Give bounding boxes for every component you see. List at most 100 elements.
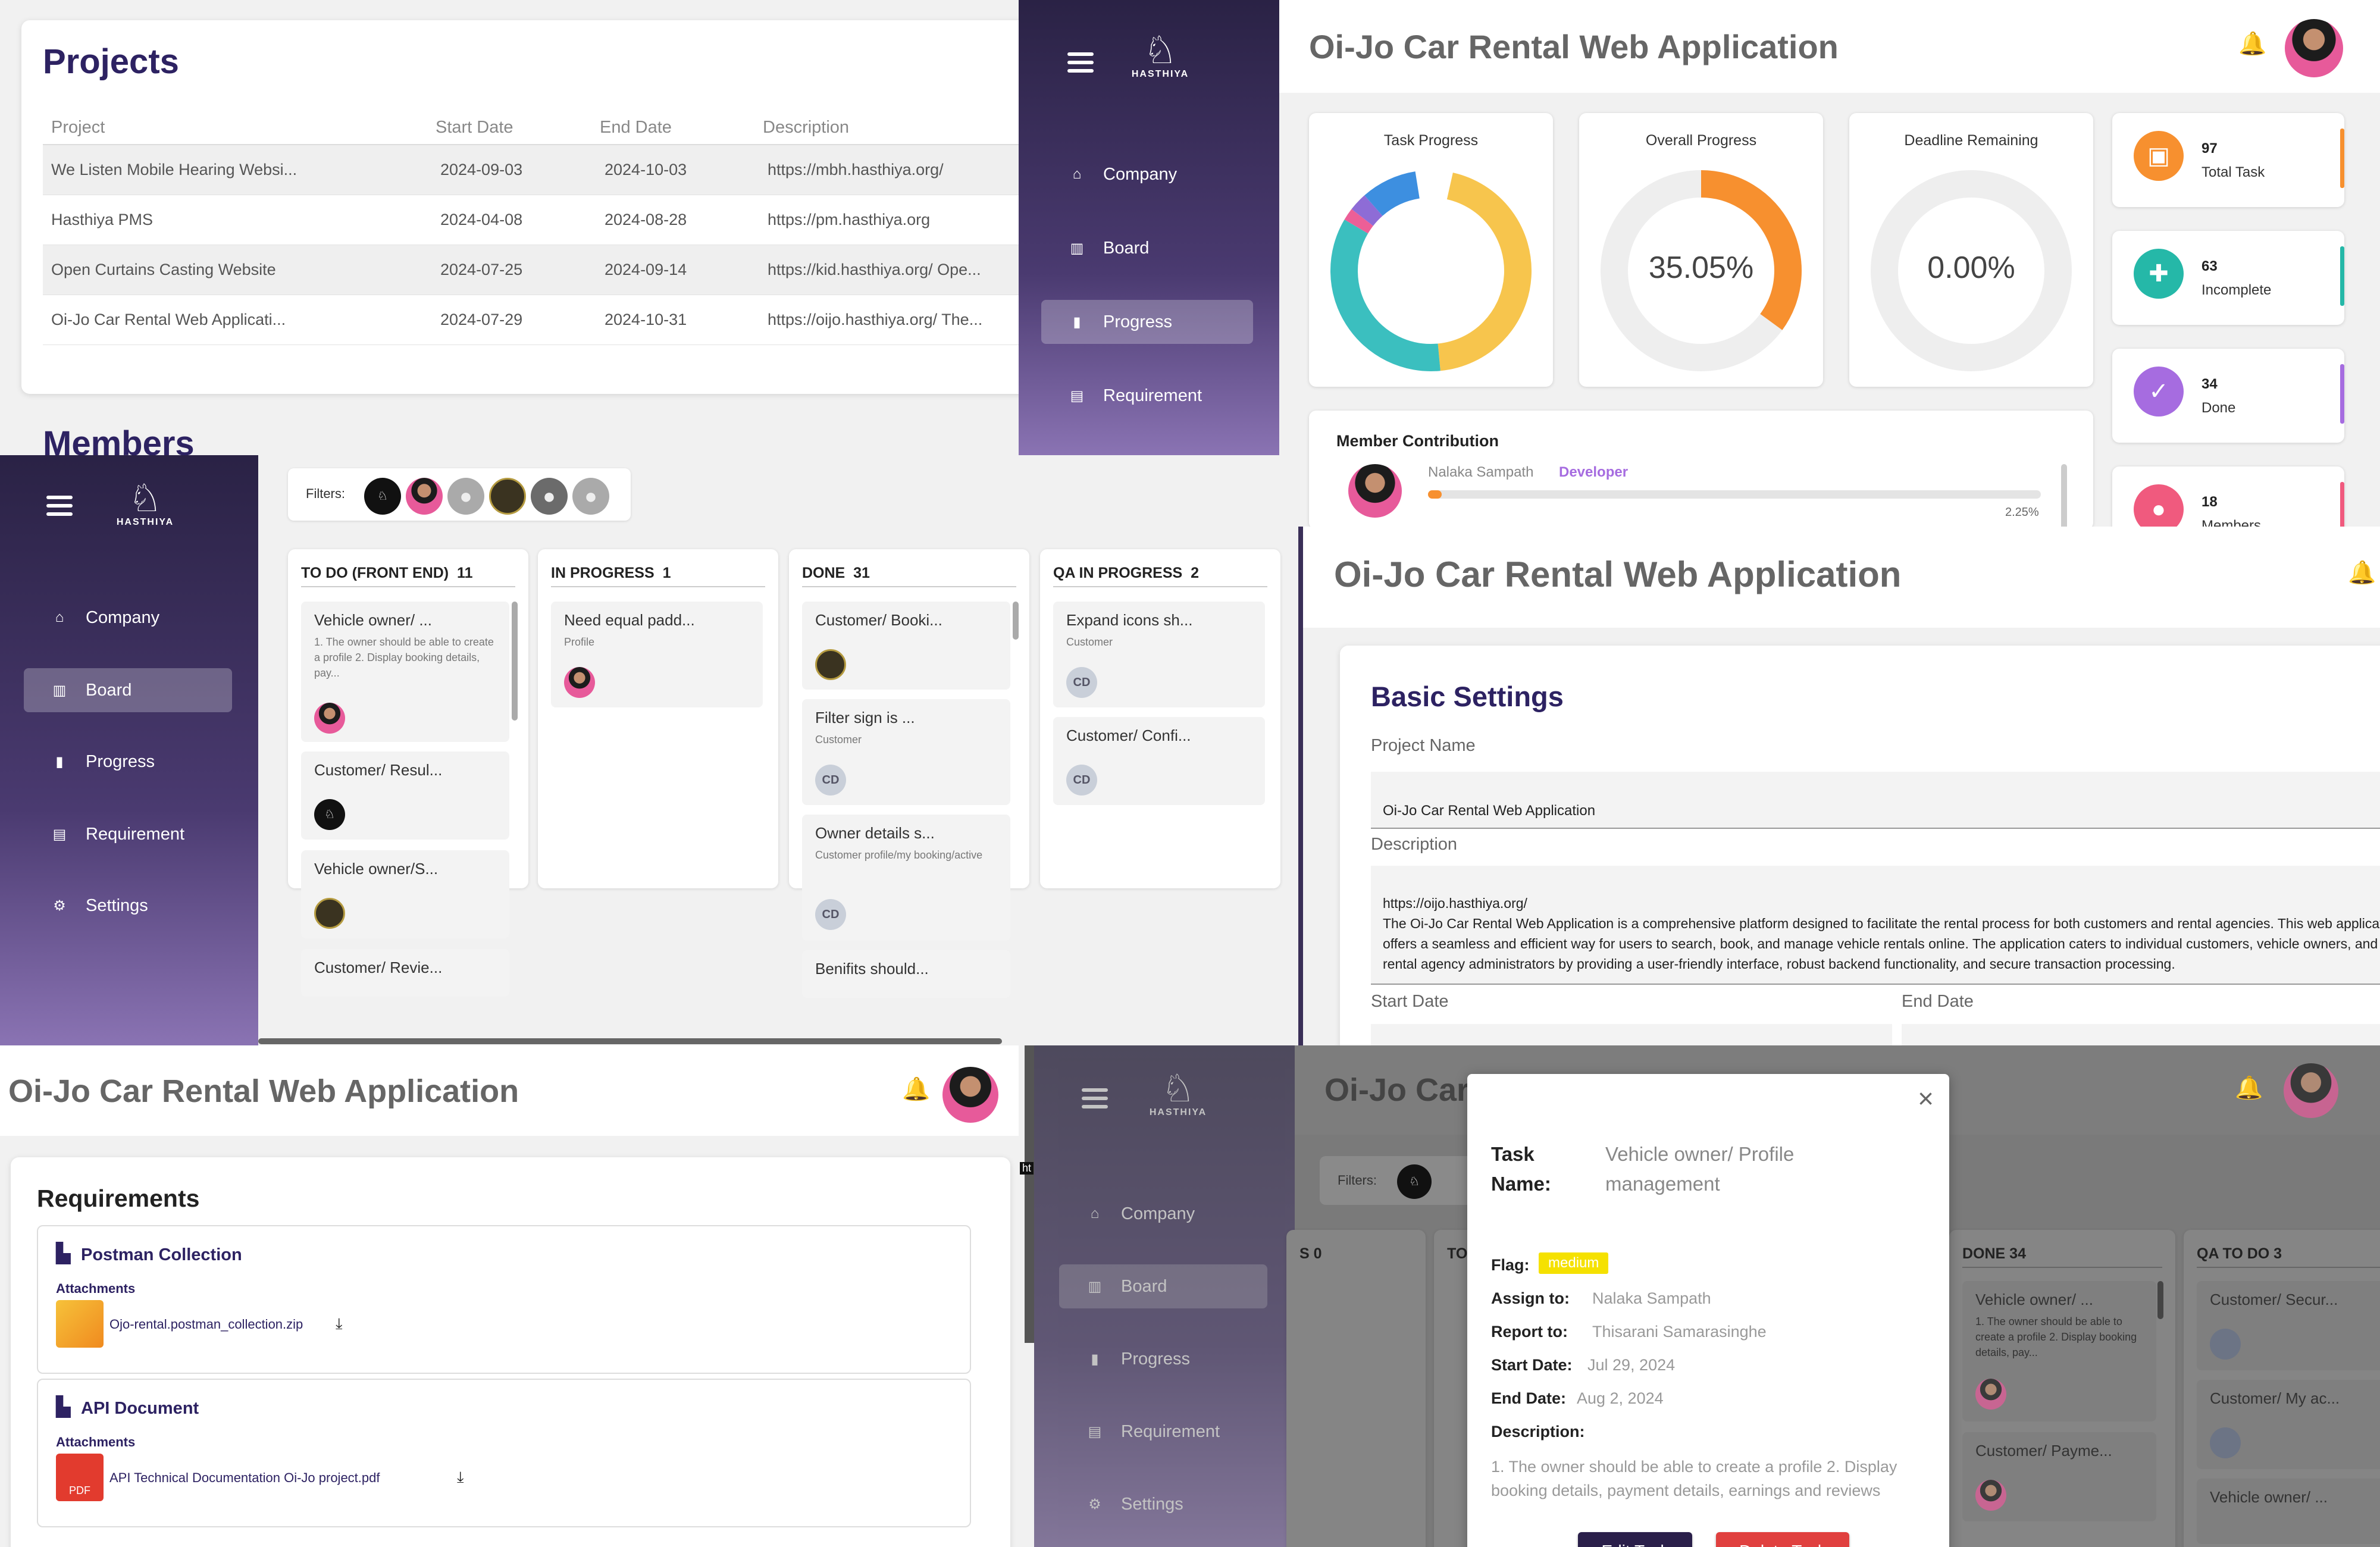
task-card[interactable]: Customer/ My ac...	[2197, 1380, 2380, 1469]
table-row[interactable]: We Listen Mobile Hearing Websi... 2024-09…	[43, 145, 1019, 195]
menu-icon[interactable]	[1082, 1088, 1108, 1108]
sidebar-item-requirement[interactable]: ▤ Requirement	[1059, 1410, 1267, 1454]
scrollbar[interactable]	[512, 602, 518, 721]
scrollbar[interactable]	[2061, 464, 2067, 527]
sidebar-item-board[interactable]: ▥ Board	[24, 668, 232, 712]
sidebar-item-progress[interactable]: ▮ Progress	[1059, 1337, 1267, 1381]
sidebar-item-company[interactable]: ⌂ Company	[24, 596, 232, 640]
filter-avatar[interactable]: ●	[531, 478, 568, 515]
attachment-link[interactable]: API Technical Documentation Oi-Jo projec…	[109, 1470, 380, 1486]
home-icon: ⌂	[55, 609, 64, 625]
sidebar-item-board[interactable]: ▥ Board	[1041, 226, 1253, 270]
column-in-progress: IN PROGRESS 1 Need equal padd... Profile	[538, 549, 778, 888]
table-row[interactable]: Open Curtains Casting Website 2024-07-25 2…	[43, 245, 1019, 295]
project-name-label: Project Name	[1371, 736, 1476, 755]
delete-task-button[interactable]: Delete Task	[1716, 1532, 1849, 1547]
assignee-avatar: CD	[815, 765, 846, 796]
task-card[interactable]: Customer/ Secur...	[2197, 1281, 2380, 1370]
task-card[interactable]: Vehicle owner/S...	[301, 850, 509, 938]
avatar[interactable]	[2284, 1063, 2338, 1118]
avatar[interactable]	[2285, 19, 2343, 77]
sidebar-item-board[interactable]: ▥ Board	[1059, 1264, 1267, 1308]
page-title: Oi-Jo Car Rental Web Application	[1309, 28, 1839, 65]
bell-icon[interactable]: 🔔	[902, 1076, 930, 1103]
sidebar-item-progress[interactable]: ▮ Progress	[1041, 300, 1253, 344]
scrollbar[interactable]	[2157, 1281, 2163, 1319]
file-icon: ▙	[56, 1396, 71, 1417]
filter-avatar[interactable]	[489, 478, 526, 515]
filter-avatar[interactable]: ♘	[364, 478, 401, 515]
task-card[interactable]: Owner details s... Customer profile/my bo…	[802, 815, 1010, 941]
task-card[interactable]: Customer/ Confi... CD	[1053, 717, 1265, 805]
project-name-input[interactable]: Oi-Jo Car Rental Web Application	[1371, 772, 2380, 829]
task-card[interactable]: Expand icons sh... Customer CD	[1053, 602, 1265, 707]
task-card[interactable]: Customer/ Revie...	[301, 949, 509, 997]
start-value: Jul 29, 2024	[1587, 1356, 1676, 1374]
task-progress-card: Task Progress	[1309, 113, 1553, 387]
board-sidebar: ♘ HASTHIYA ⌂ Company ▥ Board ▮ Progress ▤ Req…	[0, 455, 258, 1045]
dim-column: S 0	[1286, 1230, 1426, 1547]
sidebar-item-company[interactable]: ⌂ Company	[1041, 152, 1253, 196]
member-progress-fill	[1428, 490, 1442, 499]
bell-icon[interactable]: 🔔	[2238, 31, 2266, 57]
start-label: Start Date:	[1491, 1356, 1573, 1374]
sidebar-item-settings[interactable]: ⚙ Settings	[24, 884, 232, 928]
sidebar-item-progress[interactable]: ▮ Progress	[24, 740, 232, 784]
horizontal-scrollbar[interactable]	[258, 1038, 1002, 1044]
sidebar-item-requirement[interactable]: ▤ Requirement	[24, 812, 232, 856]
download-icon[interactable]: ⤓	[457, 1468, 464, 1487]
end-date-input[interactable]	[1902, 1024, 2380, 1047]
requirement-item[interactable]: ▙ API Document Attachments PDF API Techn…	[37, 1379, 971, 1527]
table-cell: Oi-Jo Car Rental Web Applicati...	[51, 311, 286, 328]
task-card[interactable]: Benifits should...	[802, 950, 1010, 998]
task-card[interactable]: Vehicle owner/ ...	[2197, 1479, 2380, 1544]
dim-column-done: DONE 34 Vehicle owner/ ... 1. The owner s…	[1949, 1230, 2175, 1547]
requirement-name: API Document	[81, 1399, 199, 1418]
description-label: Description:	[1491, 1423, 1585, 1440]
table-row[interactable]: Hasthiya PMS 2024-04-08 2024-08-28 https://…	[43, 195, 1019, 245]
projects-panel: Projects Project Start Date End Date Des…	[0, 0, 1019, 455]
bell-icon[interactable]: 🔔	[2348, 560, 2376, 586]
sidebar-item-requirement[interactable]: ▤ Requirement	[1041, 374, 1253, 418]
filter-avatar[interactable]: ♘	[1397, 1164, 1432, 1199]
edit-task-button[interactable]: Edit Task	[1578, 1532, 1692, 1547]
task-card[interactable]: Vehicle owner/ ... 1. The owner should be…	[1962, 1281, 2156, 1421]
hasthiya-logo: ♘ HASTHIYA	[1149, 1067, 1207, 1117]
progress-sidebar: ♘ HASTHIYA ⌂ Company ▥ Board ▮ Progress ▤ Req…	[1019, 0, 1279, 455]
description-textarea[interactable]: https://oijo.hasthiya.org/ The Oi-Jo Car…	[1371, 866, 2380, 985]
attachment-link[interactable]: Ojo-rental.postman_collection.zip	[109, 1317, 303, 1332]
pdf-icon: PDF	[56, 1454, 104, 1501]
table-row[interactable]: Oi-Jo Car Rental Web Applicati... 2024-07…	[43, 295, 1019, 345]
bell-icon[interactable]: 🔔	[2235, 1075, 2263, 1101]
filter-avatar[interactable]: ●	[572, 478, 609, 515]
gear-icon: ⚙	[53, 897, 66, 914]
start-date-input[interactable]	[1371, 1024, 1892, 1047]
assignee-avatar: CD	[815, 899, 846, 930]
scrollbar[interactable]	[1025, 1045, 1034, 1343]
task-card[interactable]: Vehicle owner/ ... 1. The owner should be…	[301, 602, 509, 742]
menu-icon[interactable]	[46, 496, 73, 516]
task-card[interactable]: Customer/ Booki...	[802, 602, 1010, 690]
stat-done: ✓ 34 Done	[2112, 349, 2344, 443]
filter-avatar[interactable]: ●	[447, 478, 484, 515]
table-cell: 2024-07-25	[440, 261, 523, 278]
task-card[interactable]: Filter sign is ... Customer CD	[802, 699, 1010, 805]
download-icon[interactable]: ⤓	[336, 1314, 343, 1333]
task-card[interactable]: Customer/ Resul... ♘	[301, 751, 509, 840]
task-progress-label: Task Progress	[1383, 132, 1479, 149]
zip-icon	[56, 1300, 104, 1348]
task-card[interactable]: Need equal padd... Profile	[551, 602, 763, 707]
menu-icon[interactable]	[1067, 52, 1094, 73]
scrollbar[interactable]	[1013, 602, 1019, 640]
task-card[interactable]: Customer/ Payme...	[1962, 1432, 2156, 1521]
page-title: Oi-Jo Car Rental Web Application	[1334, 555, 1902, 594]
table-header: Project Start Date End Date Description	[43, 109, 1019, 145]
avatar[interactable]	[942, 1067, 998, 1123]
filter-avatar[interactable]	[406, 478, 443, 515]
sidebar-item-company[interactable]: ⌂ Company	[1059, 1192, 1267, 1236]
bar-chart-icon: ▮	[1073, 314, 1081, 330]
requirement-item[interactable]: ▙ Postman Collection Attachments Ojo-ren…	[37, 1225, 971, 1374]
sidebar-item-settings[interactable]: ⚙ Settings	[1059, 1482, 1267, 1526]
close-icon[interactable]: ×	[1918, 1082, 1934, 1114]
ht-tag: ht	[1020, 1162, 1034, 1175]
